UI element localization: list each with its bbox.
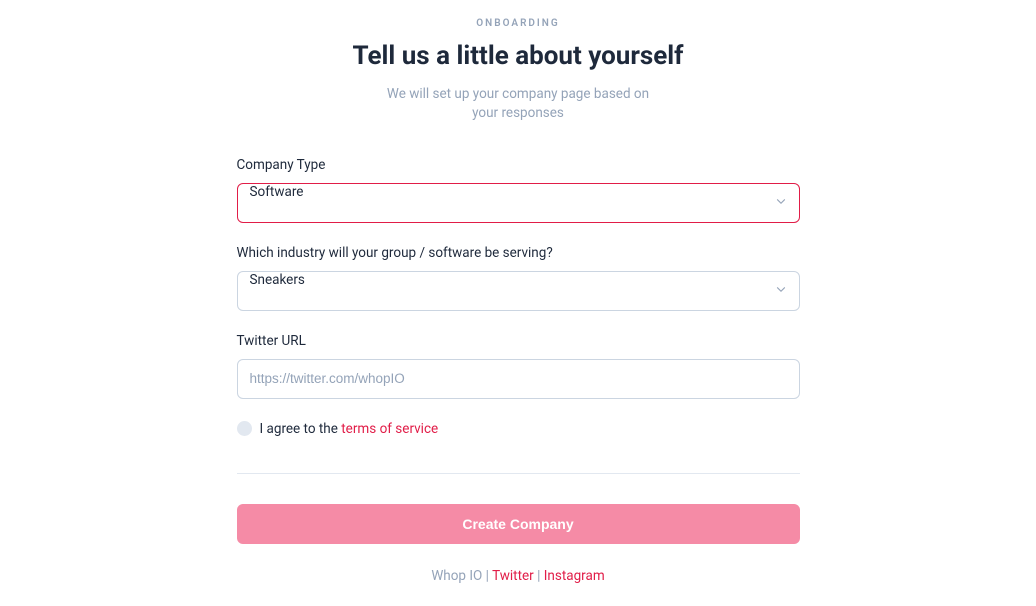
tos-label: I agree to the terms of service — [260, 421, 439, 437]
twitter-url-field: Twitter URL — [237, 333, 800, 399]
industry-select[interactable]: Sneakers — [237, 271, 800, 311]
tos-checkbox[interactable] — [237, 421, 252, 436]
footer-separator: | — [482, 568, 492, 584]
tos-link[interactable]: terms of service — [341, 421, 438, 437]
industry-select-wrapper: Sneakers — [237, 271, 800, 311]
twitter-url-input[interactable] — [237, 359, 800, 399]
twitter-url-label: Twitter URL — [237, 333, 800, 349]
company-type-label: Company Type — [237, 157, 800, 173]
onboarding-form: Company Type Software Which industry wil… — [237, 157, 800, 584]
industry-label: Which industry will your group / softwar… — [237, 245, 800, 261]
footer-brand-link[interactable]: Whop IO — [431, 568, 482, 584]
company-type-field: Company Type Software — [237, 157, 800, 223]
tos-prefix: I agree to the — [260, 421, 342, 437]
company-type-select[interactable]: Software — [237, 183, 800, 223]
page-subtitle: We will set up your company page based o… — [378, 85, 658, 123]
company-type-select-wrapper: Software — [237, 183, 800, 223]
divider — [237, 473, 800, 474]
tos-agreement-row: I agree to the terms of service — [237, 421, 800, 437]
footer-separator: | — [534, 568, 544, 584]
page-title: Tell us a little about yourself — [353, 41, 684, 71]
industry-field: Which industry will your group / softwar… — [237, 245, 800, 311]
create-company-button[interactable]: Create Company — [237, 504, 800, 544]
footer-instagram-link[interactable]: Instagram — [544, 568, 605, 584]
onboarding-eyebrow: ONBOARDING — [476, 18, 559, 29]
footer-links: Whop IO | Twitter | Instagram — [237, 568, 800, 584]
footer-twitter-link[interactable]: Twitter — [492, 568, 534, 584]
